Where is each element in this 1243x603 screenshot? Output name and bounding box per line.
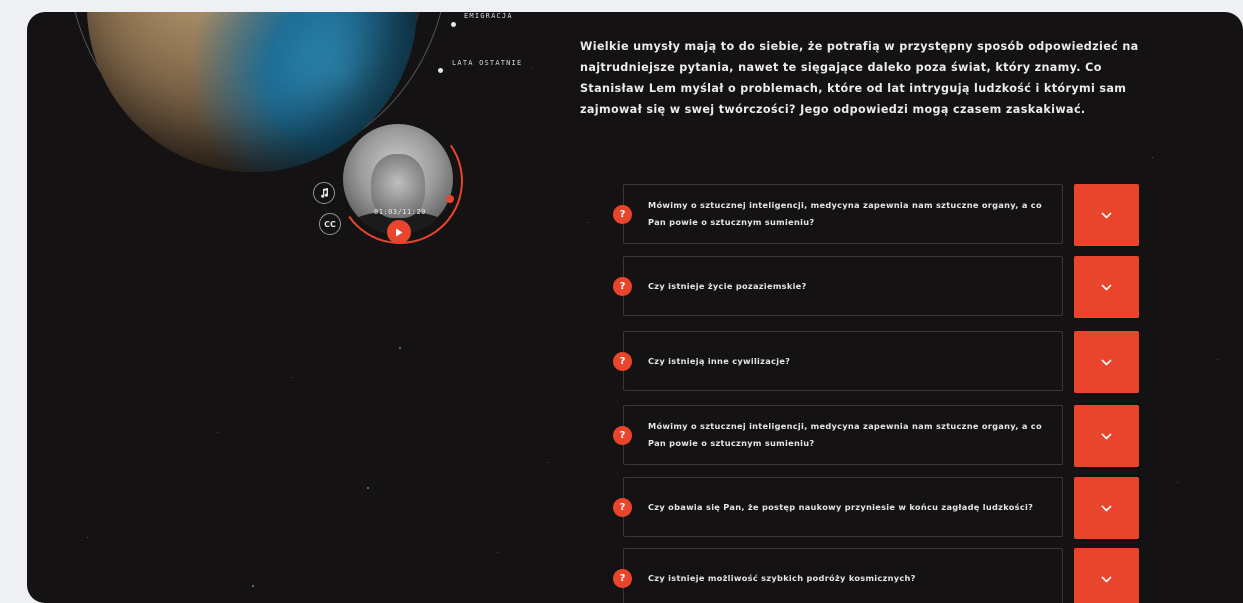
star xyxy=(587,222,588,223)
captions-button[interactable]: CC xyxy=(319,213,341,235)
timeline-label-lata-ostatnie[interactable]: LATA OSTATNIE xyxy=(452,59,522,67)
qa-item[interactable]: Czy istnieją inne cywilizacje? ? xyxy=(613,331,1139,393)
intro-paragraph: Wielkie umysły mają to do siebie, że pot… xyxy=(580,40,1139,116)
qa-question-box[interactable]: Mówimy o sztucznej inteligencji, medycyn… xyxy=(623,184,1063,244)
question-mark-icon: ? xyxy=(613,352,632,371)
expand-button[interactable] xyxy=(1074,477,1139,539)
qa-question-text: Czy istnieją inne cywilizacje? xyxy=(648,355,791,366)
qa-question-box[interactable]: Czy obawia się Pan, że postęp naukowy pr… xyxy=(623,477,1063,537)
expand-button[interactable] xyxy=(1074,405,1139,467)
qa-item[interactable]: Mówimy o sztucznej inteligencji, medycyn… xyxy=(613,405,1139,467)
star xyxy=(1217,359,1218,360)
question-mark-icon: ? xyxy=(613,205,632,224)
question-mark-icon: ? xyxy=(613,277,632,296)
qa-question-box[interactable]: Mówimy o sztucznej inteligencji, medycyn… xyxy=(623,405,1063,465)
question-mark-icon: ? xyxy=(613,426,632,445)
timeline-dot-emigracja[interactable] xyxy=(451,22,456,27)
audio-button[interactable] xyxy=(313,182,335,204)
content-panel: EMIGRACJA LATA OSTATNIE 01:03/11:29 CC W… xyxy=(27,12,1243,603)
timeline-dot-lata-ostatnie[interactable] xyxy=(438,68,443,73)
star xyxy=(547,462,548,463)
qa-question-box[interactable]: Czy istnieje możliwość szybkich podróży … xyxy=(623,548,1063,603)
qa-item[interactable]: Mówimy o sztucznej inteligencji, medycyn… xyxy=(613,184,1139,246)
play-button[interactable] xyxy=(387,220,411,244)
star xyxy=(217,432,218,433)
captions-label: CC xyxy=(324,219,336,229)
qa-question-text: Czy istnieje możliwość szybkich podróży … xyxy=(648,572,916,583)
qa-question-box[interactable]: Czy istnieje życie pozaziemskie? xyxy=(623,256,1063,316)
star xyxy=(1177,482,1178,483)
star xyxy=(292,377,293,378)
qa-question-box[interactable]: Czy istnieją inne cywilizacje? xyxy=(623,331,1063,391)
qa-question-text: Mówimy o sztucznej inteligencji, medycyn… xyxy=(648,421,1042,448)
chevron-down-icon xyxy=(1101,283,1112,291)
question-mark-icon: ? xyxy=(613,569,632,588)
qa-question-text: Czy istnieje życie pozaziemskie? xyxy=(648,280,807,291)
question-mark-icon: ? xyxy=(613,498,632,517)
star xyxy=(497,552,498,553)
star xyxy=(252,585,254,587)
chevron-down-icon xyxy=(1101,504,1112,512)
play-icon xyxy=(396,228,403,236)
expand-button[interactable] xyxy=(1074,331,1139,393)
star xyxy=(1152,157,1153,158)
timeline-visual: EMIGRACJA LATA OSTATNIE 01:03/11:29 CC xyxy=(27,12,547,312)
playback-progress-handle[interactable] xyxy=(446,195,454,203)
qa-item[interactable]: Czy istnieje życie pozaziemskie? ? xyxy=(613,256,1139,318)
expand-button[interactable] xyxy=(1074,256,1139,318)
chevron-down-icon xyxy=(1101,432,1112,440)
chevron-down-icon xyxy=(1101,575,1112,583)
star xyxy=(399,347,401,349)
music-note-icon xyxy=(320,188,328,198)
qa-item[interactable]: Czy obawia się Pan, że postęp naukowy pr… xyxy=(613,477,1139,539)
expand-button[interactable] xyxy=(1074,548,1139,603)
qa-question-text: Czy obawia się Pan, że postęp naukowy pr… xyxy=(648,501,1034,512)
star xyxy=(87,537,88,538)
chevron-down-icon xyxy=(1101,211,1112,219)
qa-question-text: Mówimy o sztucznej inteligencji, medycyn… xyxy=(648,200,1042,227)
star xyxy=(367,487,369,489)
timeline-label-emigracja[interactable]: EMIGRACJA xyxy=(464,12,513,20)
expand-button[interactable] xyxy=(1074,184,1139,246)
qa-item[interactable]: Czy istnieje możliwość szybkich podróży … xyxy=(613,548,1139,603)
playback-time: 01:03/11:29 xyxy=(374,208,426,216)
chevron-down-icon xyxy=(1101,358,1112,366)
